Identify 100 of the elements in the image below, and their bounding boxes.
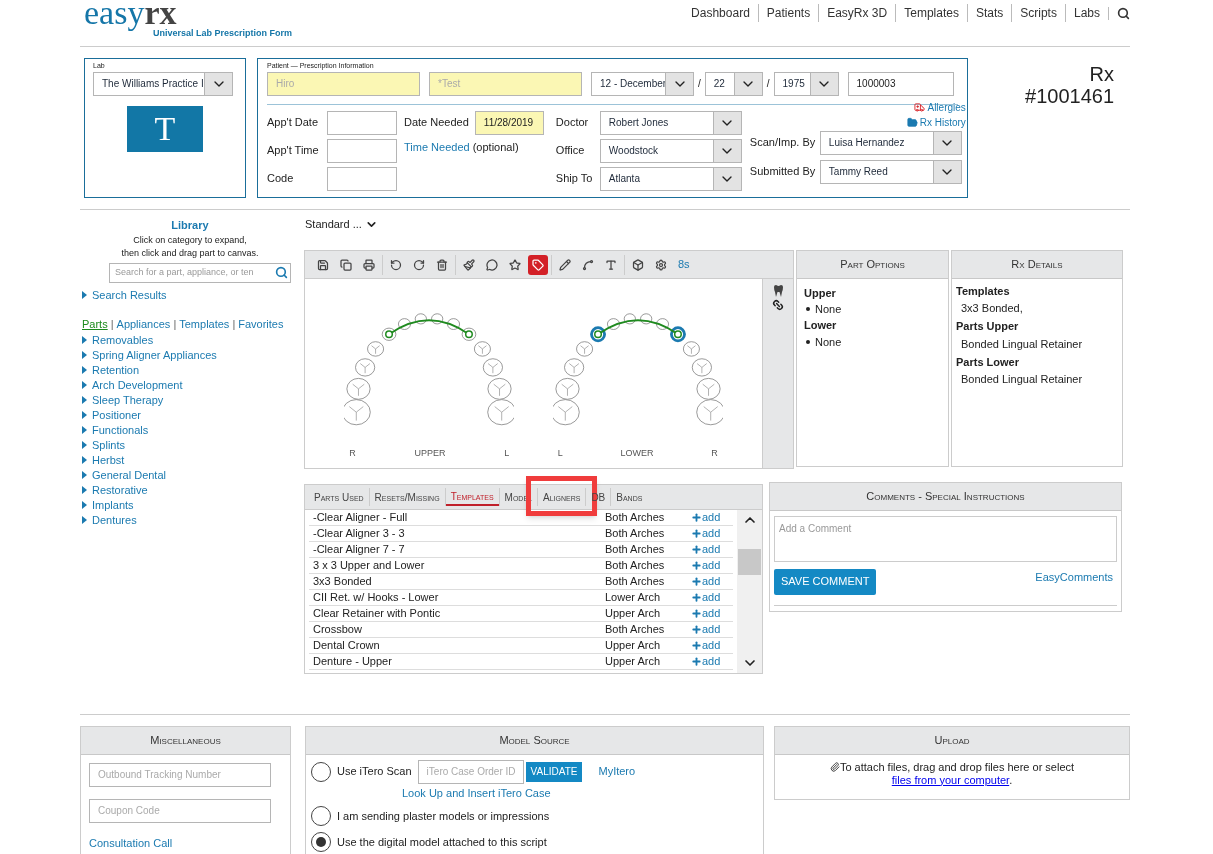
time-needed-link[interactable]: Time Needed (404, 140, 470, 153)
add-link[interactable]: add (691, 605, 721, 622)
detail-text: Bonded Lingual Retainer (961, 336, 1084, 352)
paperclip-icon (829, 761, 840, 772)
template-arch: Upper Arch (605, 654, 662, 670)
tooth-icon[interactable] (772, 285, 784, 297)
tab[interactable]: Templates (445, 488, 499, 506)
tracking-number-field[interactable]: Outbound Tracking Number (89, 762, 271, 787)
template-name: Denture - Upper (312, 654, 393, 670)
library-filter-link[interactable]: Templates (179, 316, 230, 333)
add-link[interactable]: add (691, 525, 721, 542)
nav-link[interactable]: Dashboard (683, 4, 758, 22)
itero-lookup-link[interactable]: Look Up and Insert iTero Case (402, 784, 758, 801)
assignment-select[interactable]: Woodstock (599, 138, 742, 163)
add-link[interactable]: add (691, 541, 721, 558)
search-results-link[interactable]: Search Results (82, 286, 300, 303)
arch-side-label: L (504, 447, 510, 460)
template-arch: Lower Arch (605, 590, 662, 606)
add-link[interactable]: add (691, 557, 721, 574)
template-name: -Clear Aligner - Full (312, 510, 409, 526)
category-link[interactable]: Arch Development (82, 377, 300, 393)
library-filter-link[interactable]: Parts (82, 316, 108, 333)
category-link[interactable]: Implants (82, 497, 300, 513)
easycomments-link[interactable]: EasyComments (1035, 568, 1113, 585)
view-select[interactable]: Standard ... (305, 216, 378, 232)
category-link[interactable]: Herbst (82, 452, 300, 468)
lab-select[interactable]: The Williams Practice I (93, 71, 233, 96)
add-link[interactable]: add (691, 637, 721, 654)
tab[interactable]: Bands (611, 488, 648, 506)
add-link[interactable]: add (691, 621, 721, 638)
first-name-field[interactable]: Hiro (267, 71, 420, 96)
validate-button[interactable]: VALIDATE (525, 761, 583, 782)
template-name: Crossbow (312, 622, 363, 638)
detail-text: 3x3 Bonded, (961, 301, 1024, 316)
bullet-icon (806, 307, 810, 311)
birth-day-select[interactable]: 22 (704, 71, 763, 96)
tab[interactable]: Resets/Missing (369, 488, 445, 506)
category-link[interactable]: Dentures (82, 512, 300, 528)
tab[interactable]: Aligners (537, 488, 586, 506)
coupon-code-field[interactable]: Coupon Code (89, 798, 271, 823)
field-label: Date Needed (404, 115, 469, 131)
date-separator: / (698, 77, 701, 91)
library-instructions: then click and drag part to canvas. (121, 246, 259, 260)
appt-date-field[interactable] (327, 110, 397, 135)
category-link[interactable]: General Dental (82, 467, 300, 483)
staff-select[interactable]: Tammy Reed (819, 159, 962, 184)
nav-link[interactable]: Patients (757, 4, 819, 22)
comment-field[interactable]: Add a Comment (774, 515, 1117, 562)
assignment-select[interactable]: Atlanta (599, 166, 742, 191)
myitero-link[interactable]: MyItero (598, 763, 636, 780)
birth-year-select[interactable]: 1975 (773, 71, 839, 96)
tab[interactable]: Parts Used (309, 488, 369, 506)
option-label: Use the digital model attached to this script (337, 834, 547, 850)
category-link[interactable]: Positioner (82, 407, 300, 423)
save-comment-button[interactable]: SAVE COMMENT (774, 568, 877, 595)
itero-order-field[interactable]: iTero Case Order ID (417, 759, 524, 784)
assignment-select[interactable]: Robert Jones (599, 110, 742, 135)
search-icon[interactable] (1117, 6, 1130, 20)
patient-id-field[interactable]: 1000003 (847, 71, 954, 96)
nav-link[interactable]: Stats (966, 4, 1012, 22)
add-link[interactable]: add (691, 510, 721, 526)
staff-select[interactable]: Luisa Hernandez (819, 130, 962, 155)
scrollbar-thumb[interactable] (738, 548, 761, 575)
nav-link[interactable]: Scripts (1011, 4, 1065, 22)
template-arch: Both Arches (605, 574, 666, 590)
category-link[interactable]: Removables (82, 332, 300, 348)
category-link[interactable]: Splints (82, 437, 300, 453)
tag-icon[interactable] (528, 254, 548, 275)
chevron-down-icon (932, 160, 961, 183)
caret-icon (82, 290, 87, 299)
consultation-call-link[interactable]: Consultation Call (89, 834, 282, 851)
category-link[interactable]: Spring Aligner Appliances (82, 347, 300, 363)
library-filter-link[interactable]: Appliances (116, 316, 171, 333)
template-name: -Clear Aligner 3 - 3 (312, 526, 406, 542)
add-link[interactable]: add (691, 589, 721, 606)
plus-icon (691, 560, 702, 571)
category-link[interactable]: Restorative (82, 482, 300, 498)
add-link[interactable]: add (691, 573, 721, 590)
files-link[interactable]: files from your computer (891, 773, 1010, 786)
category-link[interactable]: Retention (82, 362, 300, 378)
bullet-icon (806, 339, 810, 344)
date-needed-field[interactable]: 11/28/2019 (474, 110, 544, 135)
nav-link[interactable]: Labs (1064, 4, 1108, 22)
chevron-down-icon (665, 72, 693, 95)
add-link[interactable]: add (691, 653, 721, 670)
library-filter-link[interactable]: Favorites (238, 316, 284, 333)
logo[interactable]: easyrx (84, 0, 293, 30)
rx-history-link[interactable]: Rx History (919, 114, 966, 130)
nav-link[interactable]: EasyRx 3D (818, 4, 896, 22)
last-name-field[interactable]: *Test (429, 71, 582, 96)
nav-link[interactable]: Templates (895, 4, 967, 22)
appt-time-field[interactable] (327, 138, 397, 163)
allergies-link[interactable]: Allergies (927, 99, 966, 115)
code-field[interactable] (327, 166, 397, 191)
template-name: 3 x 3 Upper and Lower (312, 558, 426, 574)
library-search-field[interactable]: Search for a part, appliance, or ten (109, 262, 291, 283)
field-label: Doctor (555, 115, 590, 131)
template-arch: Upper Arch (605, 638, 662, 654)
category-link[interactable]: Sleep Therapy (82, 392, 300, 408)
category-link[interactable]: Functionals (82, 422, 300, 438)
